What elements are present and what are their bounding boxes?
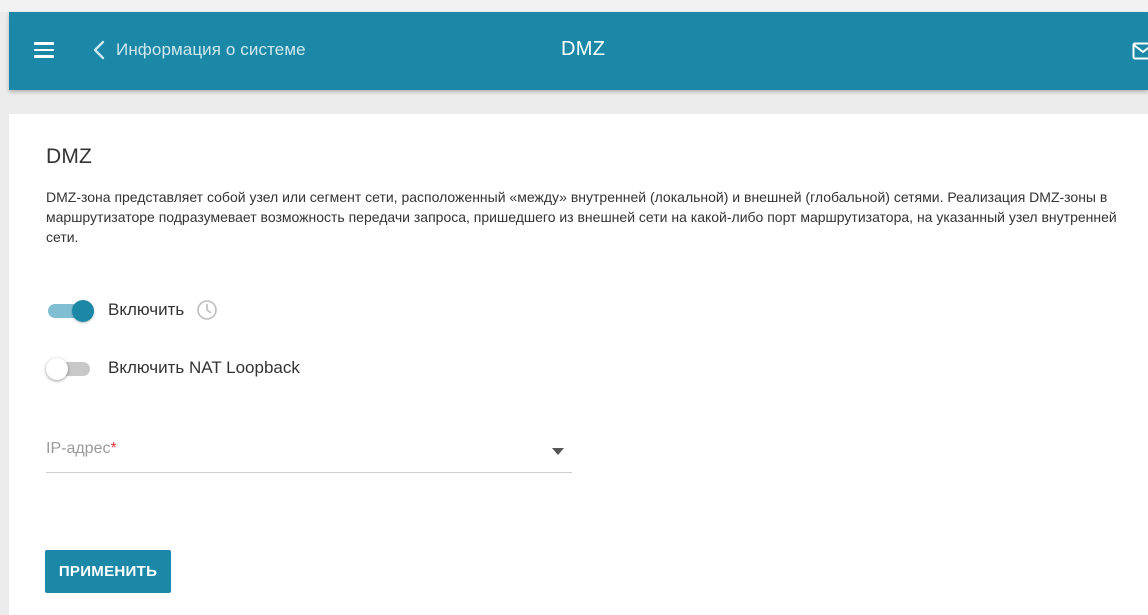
page-title: DMZ — [561, 38, 606, 60]
section-title: DMZ — [46, 145, 93, 168]
required-mark: * — [110, 440, 117, 457]
back-link[interactable]: Информация о системе — [92, 36, 306, 64]
nat-loopback-toggle[interactable] — [46, 357, 96, 380]
ip-address-label: IP-адрес* — [46, 440, 117, 458]
top-app-bar: Информация о системе DMZ — [9, 12, 1148, 90]
nat-loopback-label: Включить NAT Loopback — [108, 358, 300, 377]
ip-address-label-text: IP-адрес — [46, 440, 111, 457]
chevron-left-icon — [93, 40, 105, 60]
nat-loopback-row: Включить NAT Loopback — [46, 357, 300, 380]
clock-icon[interactable] — [196, 299, 218, 321]
dropdown-arrow-icon — [552, 448, 564, 455]
mail-icon[interactable] — [1132, 42, 1148, 60]
dmz-settings-panel: DMZ DMZ-зона представляет собой узел или… — [9, 114, 1148, 615]
toggle-knob — [72, 300, 94, 322]
hamburger-menu-icon[interactable] — [34, 42, 54, 58]
enable-dmz-toggle[interactable] — [46, 299, 96, 322]
section-description: DMZ-зона представляет собой узел или сег… — [46, 189, 1117, 245]
enable-dmz-label: Включить — [108, 300, 185, 319]
window-top-strip — [0, 0, 1148, 12]
toggle-knob — [46, 358, 68, 380]
apply-button[interactable]: ПРИМЕНИТЬ — [45, 550, 171, 593]
back-link-label: Информация о системе — [116, 40, 306, 59]
app-root: Информация о системе DMZ DMZ DMZ-зона пр… — [0, 0, 1148, 615]
ip-address-select[interactable]: IP-адрес* — [46, 432, 572, 473]
enable-dmz-row: Включить — [46, 299, 218, 322]
